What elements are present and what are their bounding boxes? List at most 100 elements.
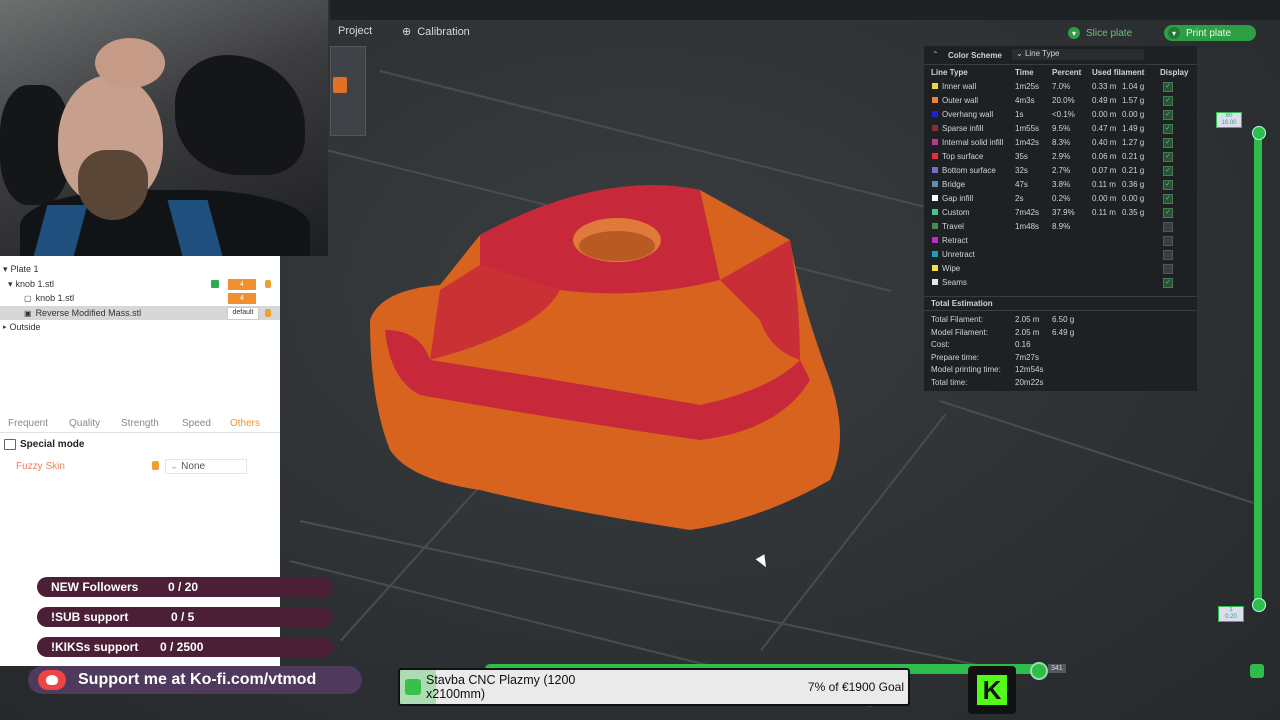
display-checkbox[interactable] xyxy=(1163,250,1173,260)
legend-row: Outer wall 4m3s 20.0% 0.49 m 1.57 g ✓ xyxy=(924,93,1197,107)
filament-tag[interactable]: 4 xyxy=(228,293,256,304)
fuzzy-skin-select[interactable]: ⌄ None xyxy=(165,459,247,474)
display-checkbox[interactable]: ✓ xyxy=(1163,96,1173,106)
display-checkbox[interactable]: ✓ xyxy=(1163,110,1173,120)
legend-row: Bottom surface 32s 2.7% 0.07 m 0.21 g ✓ xyxy=(924,163,1197,177)
estimation-title: Total Estimation xyxy=(931,299,993,308)
legend-row: Internal solid infill 1m42s 8.3% 0.40 m 1.27… xyxy=(924,135,1197,149)
display-checkbox[interactable]: ✓ xyxy=(1163,278,1173,288)
collapse-icon[interactable]: ⌃ xyxy=(932,50,939,59)
line-type-swatch xyxy=(932,223,938,229)
tree-part-knob[interactable]: ▢ knob 1.stl 4 xyxy=(0,291,280,305)
line-type-length: 0.33 m xyxy=(1092,82,1117,91)
line-type-percent: 3.8% xyxy=(1052,180,1071,189)
filament-tag[interactable]: 4 xyxy=(228,279,256,290)
display-checkbox[interactable] xyxy=(1163,264,1173,274)
bottom-layer-number: 1 xyxy=(1229,607,1233,613)
line-type-name: Bottom surface xyxy=(942,166,996,175)
line-type-time: 2s xyxy=(1015,194,1024,203)
line-type-swatch xyxy=(932,83,938,89)
line-type-length: 0.00 m xyxy=(1092,110,1117,119)
tab-others[interactable]: Others xyxy=(230,418,260,429)
display-checkbox[interactable]: ✓ xyxy=(1163,138,1173,148)
project-tab-label: Project xyxy=(338,25,373,37)
goal-followers: NEW Followers 0 / 20 xyxy=(37,577,333,597)
line-type-length: 0.11 m xyxy=(1092,208,1116,217)
print-plate-button[interactable]: ▾ Print plate xyxy=(1164,25,1256,41)
tab-frequent[interactable]: Frequent xyxy=(8,418,48,429)
legend-row: Custom 7m42s 37.9% 0.11 m 0.35 g ✓ xyxy=(924,205,1197,219)
line-type-name: Seams xyxy=(942,278,967,287)
color-scheme-select[interactable]: ⌄ Line Type xyxy=(1012,49,1144,60)
line-type-name: Wipe xyxy=(942,264,961,273)
line-type-percent: <0.1% xyxy=(1052,110,1075,119)
line-type-weight: 0.36 g xyxy=(1122,180,1145,189)
display-checkbox[interactable]: ✓ xyxy=(1163,208,1173,218)
print-icon: ▾ xyxy=(1168,27,1180,39)
tab-speed[interactable]: Speed xyxy=(182,418,211,429)
calibration-tab[interactable]: ⊕ Calibration xyxy=(402,25,470,39)
slice-plate-label: Slice plate xyxy=(1086,27,1133,39)
vertical-slider-top-handle[interactable] xyxy=(1252,126,1266,140)
line-type-swatch xyxy=(932,167,938,173)
horizontal-slider-handle[interactable] xyxy=(1030,662,1048,680)
display-checkbox[interactable]: ✓ xyxy=(1163,166,1173,176)
line-type-time: 1m48s xyxy=(1015,222,1040,231)
display-checkbox[interactable] xyxy=(1163,222,1173,232)
filament-tag[interactable]: default xyxy=(227,307,259,320)
tree-modifier[interactable]: ▣ Reverse Modified Mass.stl default xyxy=(0,306,280,320)
divider xyxy=(924,310,1197,311)
lock-icon[interactable] xyxy=(152,461,159,470)
section-title: Special mode xyxy=(20,439,85,450)
tab-quality[interactable]: Quality xyxy=(69,418,100,429)
tab-strength[interactable]: Strength xyxy=(121,418,159,429)
display-checkbox[interactable]: ✓ xyxy=(1163,180,1173,190)
display-checkbox[interactable] xyxy=(1163,236,1173,246)
display-checkbox[interactable]: ✓ xyxy=(1163,124,1173,134)
col-line-type: Line Type xyxy=(931,68,968,77)
legend-row: Unretract xyxy=(924,247,1197,261)
display-checkbox[interactable]: ✓ xyxy=(1163,82,1173,92)
settings-tabs: Frequent Quality Strength Speed Others xyxy=(0,416,280,433)
line-type-swatch xyxy=(932,251,938,257)
tree-outside-label: Outside xyxy=(9,322,41,332)
vertical-slider-bottom-handle[interactable] xyxy=(1252,598,1266,612)
visibility-checkbox[interactable] xyxy=(211,280,219,288)
modifier-icon: ▣ xyxy=(24,308,32,318)
tree-plate[interactable]: ▾ Plate 1 xyxy=(0,262,280,276)
line-type-swatch xyxy=(932,153,938,159)
display-checkbox[interactable]: ✓ xyxy=(1163,194,1173,204)
display-checkbox[interactable]: ✓ xyxy=(1163,152,1173,162)
plate-thumbnail-model xyxy=(333,77,347,93)
kofi-banner[interactable]: Support me at Ko-fi.com/vtmod xyxy=(28,666,362,694)
donation-goal-widget: Stavba CNC Plazmy (1200 x2100mm) 7% of €… xyxy=(398,668,910,706)
heart-icon xyxy=(46,675,58,685)
estimation-label: Prepare time: xyxy=(931,352,980,362)
calibration-icon: ⊕ xyxy=(402,26,412,38)
line-type-weight: 0.21 g xyxy=(1122,152,1145,161)
goal-label: !SUB support xyxy=(51,610,129,624)
estimation-label: Cost: xyxy=(931,340,950,350)
legend-row: Travel 1m48s 8.9% xyxy=(924,219,1197,233)
project-tab[interactable]: Project xyxy=(338,25,372,37)
vertical-layer-slider[interactable] xyxy=(1254,128,1262,606)
estimation-label: Model printing time: xyxy=(931,365,1001,375)
slice-plate-button[interactable]: ▾ Slice plate xyxy=(1064,25,1158,41)
legend-row: Wipe xyxy=(924,261,1197,275)
col-percent: Percent xyxy=(1052,68,1082,77)
tree-part-label: knob 1.stl xyxy=(35,293,75,303)
line-type-length: 0.11 m xyxy=(1092,180,1116,189)
tree-modifier-label: Reverse Modified Mass.stl xyxy=(35,308,142,318)
line-type-swatch xyxy=(932,195,938,201)
estimation-value: 2.05 m xyxy=(1015,315,1040,324)
color-scheme-label: Color Scheme xyxy=(948,51,1002,60)
plate-thumbnail[interactable] xyxy=(330,46,366,136)
vertical-slider-bottom-label: 1 0.20 xyxy=(1218,606,1244,622)
line-type-time: 4m3s xyxy=(1015,96,1035,105)
fuzzy-skin-label: Fuzzy Skin xyxy=(16,461,65,472)
tree-object-knob[interactable]: ▾ knob 1.stl 4 xyxy=(0,277,280,291)
goal-subs: !SUB support 0 / 5 xyxy=(37,607,333,627)
line-type-legend: ⌃ Color Scheme ⌄ Line Type Line Type Tim… xyxy=(924,46,1197,391)
tree-outside[interactable]: ▸ Outside xyxy=(0,320,280,334)
layers-icon[interactable] xyxy=(1250,664,1264,678)
